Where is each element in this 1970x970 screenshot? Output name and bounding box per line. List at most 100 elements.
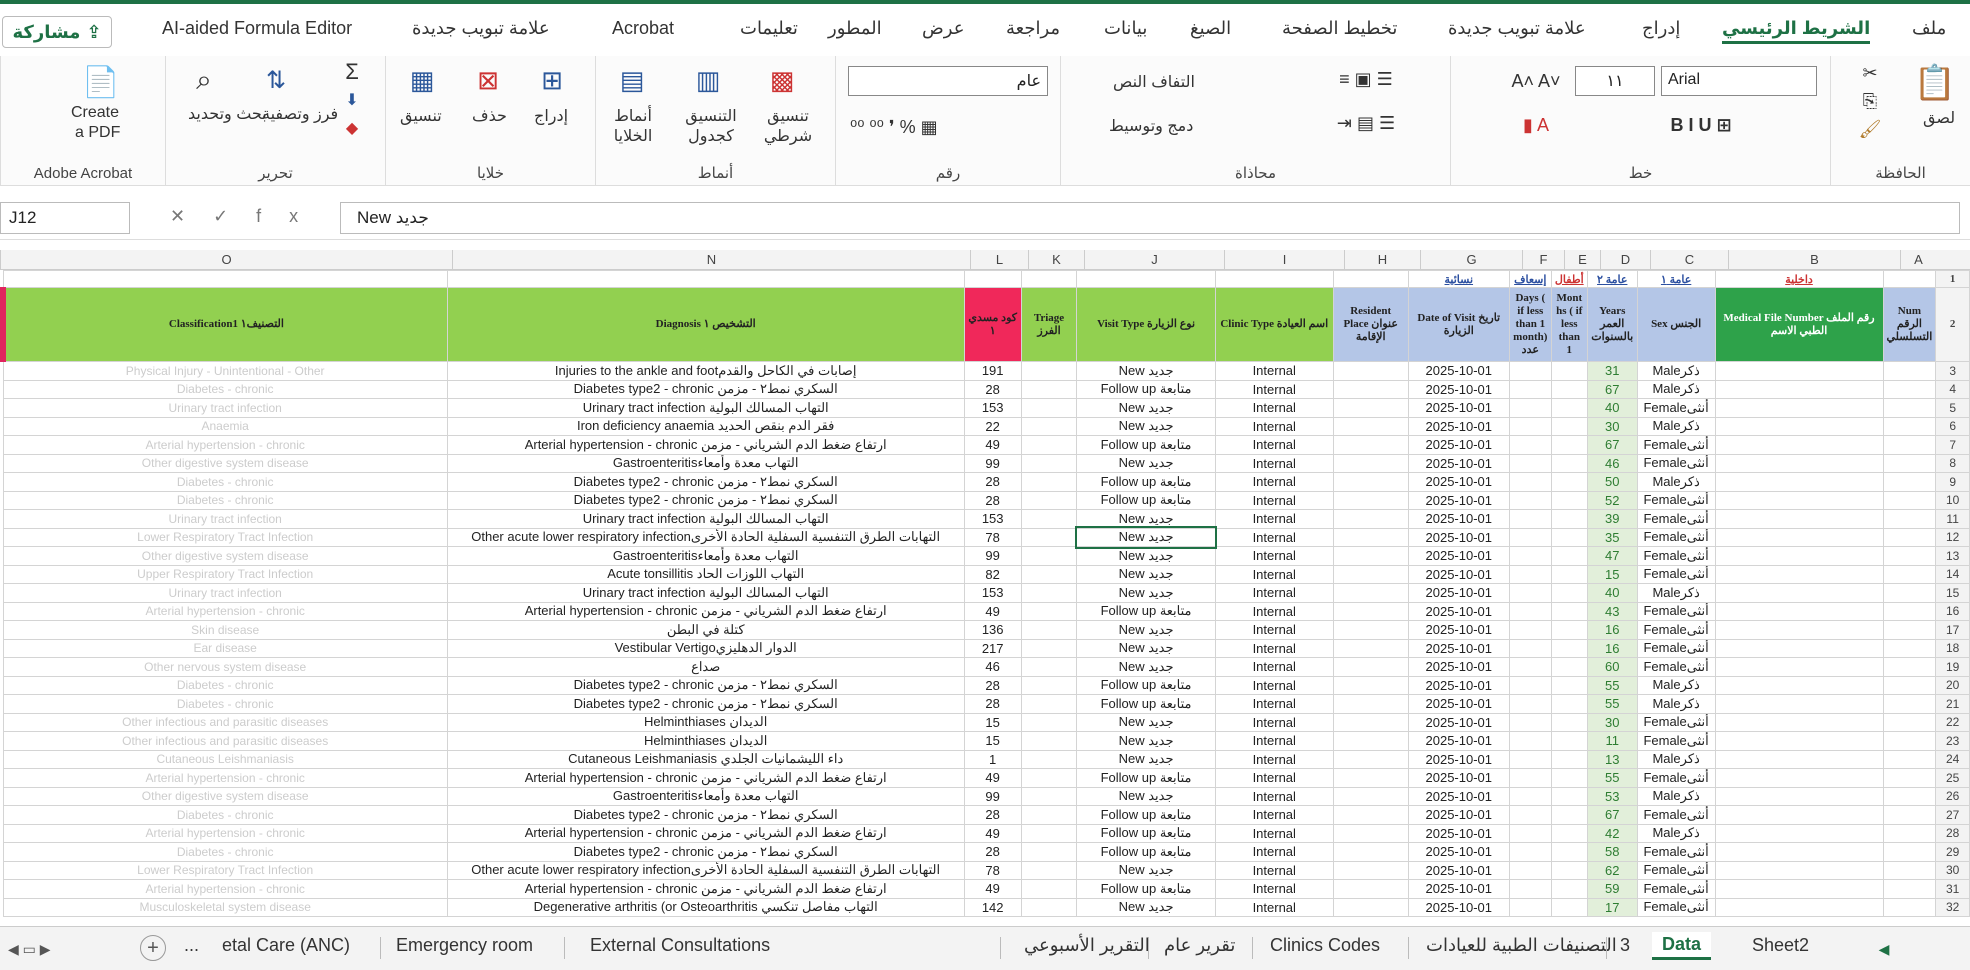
tab-insert[interactable]: إدراج [1642,18,1680,39]
cell[interactable] [1020,379,1078,399]
cell[interactable] [1508,749,1552,769]
cell-n[interactable]: 21 [1935,694,1970,714]
cell[interactable] [1882,270,1937,288]
cell-code[interactable]: 153 [963,583,1022,603]
cell-age[interactable]: 55 [1586,768,1638,788]
scroll-right-icon[interactable]: ◀ [1872,937,1896,961]
cell-cls[interactable]: Diabetes - chronic [2,490,448,510]
cell[interactable] [1550,490,1588,510]
cell-visit[interactable]: New جديد [1074,526,1218,549]
cell[interactable] [1332,694,1409,714]
format-table-icon[interactable]: ▥ [688,62,728,98]
cell-clinic[interactable]: Internal [1214,490,1334,510]
cell-diag[interactable]: Diabetes type2 - chronic السكري نمط٢ - م… [446,842,965,862]
cell-diag[interactable]: Diabetes type2 - chronic السكري نمط٢ - م… [446,675,965,695]
cell-age[interactable]: 67 [1586,379,1638,399]
cell-date[interactable]: 2025-10-01 [1407,657,1510,677]
cell-n[interactable]: 3 [1935,361,1970,381]
cell[interactable] [1214,270,1334,288]
header-clinic-type[interactable]: Clinic Type اسم العيادة [1214,287,1334,362]
align-center-icon[interactable]: ⇥ ▤ ☰ [1291,108,1441,138]
cell[interactable] [1332,361,1409,381]
cell[interactable] [1332,509,1409,529]
cell[interactable] [1882,731,1937,751]
cell-cls[interactable]: Lower Respiratory Tract Infection [2,860,448,880]
cell-n[interactable]: 29 [1935,842,1970,862]
cell[interactable] [1882,564,1937,584]
cell[interactable] [1508,879,1552,899]
cell-B1[interactable]: داخلية [1714,270,1884,288]
cell[interactable] [1714,416,1884,436]
cell-clinic[interactable]: Internal [1214,361,1334,381]
number-tools-icon[interactable]: ⁰⁰ ⁰⁰ ❜ % ▦ [850,112,1040,142]
cell-cls[interactable]: Urinary tract infection [2,398,448,418]
cell-cls[interactable]: Other infectious and parasitic diseases [2,731,448,751]
cell-date[interactable]: 2025-10-01 [1407,490,1510,510]
cell-clinic[interactable]: Internal [1214,546,1334,566]
cell-visit[interactable]: New جديد [1076,786,1216,806]
tab-developer[interactable]: المطور [828,18,882,39]
cell-sex[interactable]: Maleذكر [1636,823,1716,843]
cell-date[interactable]: 2025-10-01 [1407,472,1510,492]
font-color-icon[interactable]: ▮ A [1481,110,1591,140]
cell-cls[interactable]: Arterial hypertension - chronic [2,879,448,899]
eraser-icon[interactable]: ◆ [338,116,366,140]
header-diagnosis[interactable]: Diagnosis التشخيص ١ [446,287,965,362]
header-code[interactable]: كود مسدي ١ [963,287,1022,362]
cell[interactable] [1332,842,1409,862]
format-label[interactable]: تنسيق [400,106,442,126]
cell-code[interactable]: 99 [963,453,1022,473]
cell-date[interactable]: 2025-10-01 [1407,731,1510,751]
cell[interactable] [1714,768,1884,788]
cell[interactable] [1882,657,1937,677]
cell[interactable] [1882,620,1937,640]
cell[interactable] [1714,731,1884,751]
cell[interactable] [1550,879,1588,899]
cell[interactable] [1508,638,1552,658]
cell[interactable] [1332,657,1409,677]
cut-icon[interactable]: ✂ [1855,60,1885,86]
cell-diag[interactable]: Arterial hypertension - chronic ارتفاع ض… [446,768,965,788]
cell[interactable] [1332,490,1409,510]
sheet-tab-clinics-codes[interactable]: Clinics Codes [1270,935,1380,956]
cell[interactable] [1508,675,1552,695]
cell[interactable] [1550,675,1588,695]
cell[interactable] [1508,435,1552,455]
cell-cls[interactable]: Upper Respiratory Tract Infection [2,564,448,584]
cell-clinic[interactable]: Internal [1214,453,1334,473]
cell-cls[interactable]: Other digestive system disease [2,546,448,566]
tab-ai-formula[interactable]: AI-aided Formula Editor [162,18,352,39]
cell[interactable] [1550,361,1588,381]
cell[interactable] [1550,712,1588,732]
sheet-tab-data[interactable]: Data [1652,932,1712,960]
cell[interactable] [1332,620,1409,640]
cell-sex[interactable]: Femaleأنثى [1636,453,1716,473]
cell-age[interactable]: 11 [1586,731,1638,751]
cell[interactable] [1882,694,1937,714]
cell-cls[interactable]: Arterial hypertension - chronic [2,768,448,788]
cell[interactable] [1550,509,1588,529]
cell[interactable] [1332,731,1409,751]
cell[interactable] [1332,805,1409,825]
cell[interactable] [1508,546,1552,566]
cell-diag[interactable]: Iron deficiency anaemia فقر الدم بنقص ال… [446,416,965,436]
cell[interactable] [1714,786,1884,806]
cell-age[interactable]: 40 [1586,398,1638,418]
cell[interactable] [1020,583,1078,603]
cell-code[interactable]: 99 [963,786,1022,806]
cell-G1[interactable]: نسائية [1407,270,1510,288]
cell[interactable] [1020,657,1078,677]
cell[interactable] [1550,805,1588,825]
cell[interactable] [1882,490,1937,510]
cell-clinic[interactable]: Internal [1214,694,1334,714]
cell[interactable] [1714,657,1884,677]
cell-diag[interactable]: Arterial hypertension - chronic ارتفاع ض… [446,823,965,843]
cell-cls[interactable]: Musculoskeletal system disease [2,897,448,917]
cell[interactable] [1020,638,1078,658]
cell-clinic[interactable]: Internal [1214,842,1334,862]
cell[interactable] [1882,675,1937,695]
cell[interactable] [1332,823,1409,843]
cell-diag[interactable]: Injuries to the ankle and footإصابات في … [446,361,965,381]
cell-diag[interactable]: Gastroenteritisالتهاب معدة وأمعاء [446,546,965,566]
find-select-label[interactable]: بحث وتحديد [188,104,267,124]
